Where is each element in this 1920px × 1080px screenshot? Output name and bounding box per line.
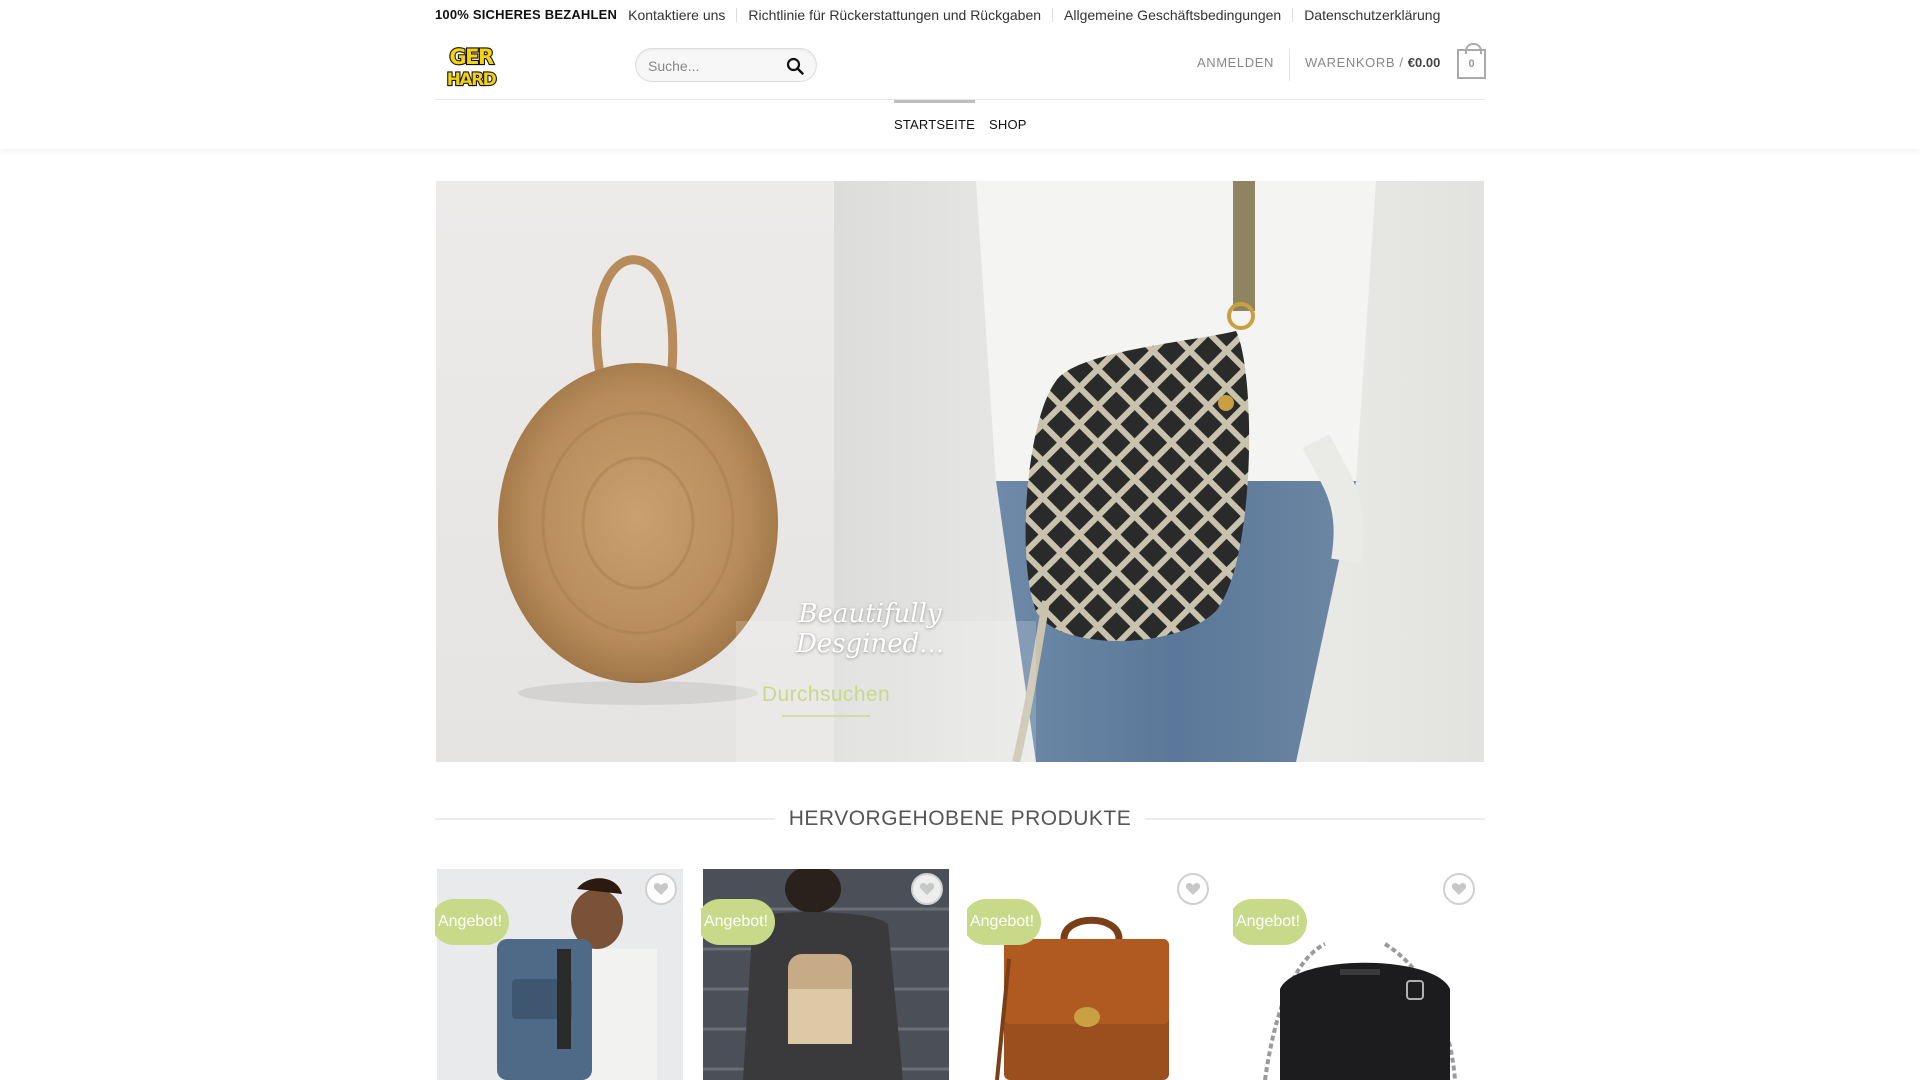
main-header-bar: GER HARD ANMELDEN WARENKORB / €0.00 0 — [435, 29, 1486, 100]
site-logo[interactable]: GER HARD — [443, 43, 500, 91]
topbar-link-terms[interactable]: Allgemeine Geschäftsbedingungen — [1052, 7, 1292, 22]
wishlist-button[interactable] — [1443, 873, 1475, 905]
cart-count: 0 — [1468, 58, 1475, 70]
topbar-link-refund-policy[interactable]: Richtlinie für Rückerstattungen und Rück… — [736, 7, 1052, 22]
nav-item-home[interactable]: STARTSEITE — [894, 100, 975, 148]
header-divider — [1289, 49, 1290, 81]
product-card[interactable]: Angebot! — [967, 869, 1215, 1080]
featured-products-heading: HERVORGEHOBENE PRODUKTE — [435, 804, 1486, 834]
sale-badge: Angebot! — [701, 899, 775, 945]
cart-label: WARENKORB / — [1305, 55, 1404, 70]
login-link[interactable]: ANMELDEN — [1197, 55, 1274, 70]
wishlist-button[interactable] — [1177, 873, 1209, 905]
topbar-link-contact[interactable]: Kontaktiere uns — [628, 8, 736, 22]
wishlist-button[interactable] — [645, 873, 677, 905]
logo-graphic: GER HARD — [446, 44, 500, 91]
section-title: HERVORGEHOBENE PRODUKTE — [788, 807, 1132, 830]
search-icon[interactable] — [786, 57, 804, 75]
cart-bag-icon[interactable]: 0 — [1457, 43, 1486, 79]
heading-line-left — [435, 818, 775, 820]
top-bar: 100% SICHERES BEZAHLEN Kontaktiere uns R… — [435, 0, 1485, 29]
secure-payment-label: 100% SICHERES BEZAHLEN — [435, 7, 618, 22]
main-nav: STARTSEITE SHOP — [435, 100, 1485, 148]
product-card[interactable]: Angebot! — [1233, 869, 1481, 1080]
heart-icon — [1451, 882, 1467, 895]
product-card[interactable]: Angebot! — [435, 869, 683, 1080]
cart-link[interactable]: WARENKORB / €0.00 — [1305, 55, 1440, 70]
sale-badge: Angebot! — [967, 899, 1041, 945]
heart-icon — [653, 882, 669, 895]
search-input[interactable] — [648, 56, 778, 76]
heading-line-right — [1145, 818, 1486, 820]
wishlist-button[interactable] — [911, 873, 943, 905]
sale-badge: Angebot! — [1233, 899, 1307, 945]
heart-icon — [919, 882, 935, 895]
logo-text-bottom: HARD — [447, 70, 497, 88]
cart-amount: €0.00 — [1407, 55, 1441, 70]
nav-item-shop[interactable]: SHOP — [989, 100, 1027, 148]
sale-badge: Angebot! — [435, 899, 509, 945]
product-grid: Angebot! Angebot! Angebot! Angebot! — [435, 869, 1485, 1080]
hero-browse-button[interactable]: Durchsuchen — [750, 683, 902, 717]
hero-banner[interactable]: Beautifully Desgined... Durchsuchen — [436, 181, 1484, 762]
topbar-link-privacy[interactable]: Datenschutzerklärung — [1292, 7, 1451, 22]
hero-image — [498, 181, 1376, 762]
hero-tagline: Beautifully Desgined... — [795, 599, 945, 659]
logo-text-top: GER — [449, 45, 494, 69]
search-box — [635, 48, 817, 82]
heart-icon — [1185, 882, 1201, 895]
product-card[interactable]: Angebot! — [701, 869, 949, 1080]
site-header: 100% SICHERES BEZAHLEN Kontaktiere uns R… — [0, 0, 1920, 149]
